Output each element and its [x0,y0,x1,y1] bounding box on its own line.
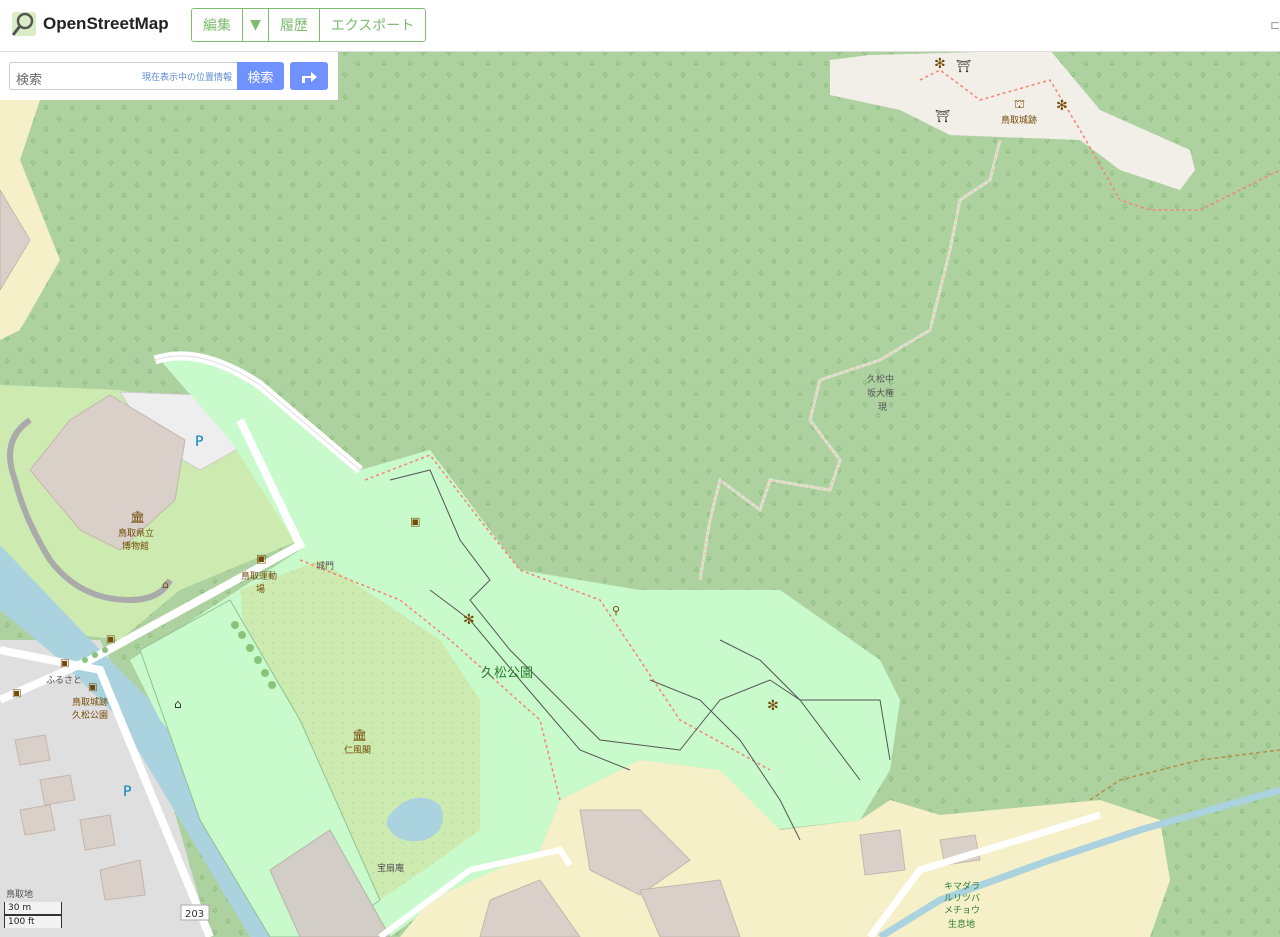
label-bus-furusato: ふるさと [46,675,82,686]
scale-metric: 30 m [4,902,62,915]
edit-history-export-group: 編集 ▼ 履歴 エクスポート [191,8,426,42]
search-button[interactable]: 検索 [237,62,284,90]
viewpoint-icon[interactable]: ✻ [463,612,475,628]
label-kimadara-line-4: 生息地 [948,918,975,930]
label-kimadara-line-3: メチョウ [944,905,980,916]
building-south-4 [859,829,906,876]
scale-bar: 30 m 100 ft [4,902,62,928]
label-jinpukaku: 仁風閣 [344,744,371,756]
viewpoint-icon[interactable]: ✻ [1056,98,1068,114]
label-shrine-line-3: 現 [878,402,887,413]
edit-dropdown-caret-icon[interactable]: ▼ [243,9,269,41]
viewpoint-icon[interactable]: ✻ [767,698,779,714]
memorial-icon[interactable]: ▣ [410,515,420,528]
search-placeholder: 検索 [16,73,43,88]
house-3 [19,804,56,836]
shrine-icon[interactable]: ⛩ [935,109,950,123]
house-1 [14,734,51,766]
label-castle-ruins: 鳥取城跡 [1001,114,1037,126]
search-input[interactable]: 検索 現在表示中の位置情報 [9,62,237,90]
label-district: 鳥取地 [6,888,33,900]
house-4 [79,814,116,851]
bus-stop-icon[interactable]: ▣ [12,688,21,699]
osm-logo-icon[interactable] [10,10,38,38]
viewpoint-icon[interactable]: ✻ [934,56,946,72]
shrine-icon[interactable]: ⌂ [174,697,182,711]
label-park: 久松公園 [481,666,533,681]
torii-icon[interactable]: ⛩ [956,59,971,73]
label-hosenan: 宝扇庵 [377,862,404,874]
label-sports-line-1: 鳥取運動 [241,570,277,582]
bus-stop-icon[interactable]: ▣ [106,634,115,645]
label-parking: P [195,434,203,450]
search-panel: 検索 現在表示中の位置情報 検索 [0,52,338,100]
label-shrine-line-2: 坂大権 [867,387,894,399]
label-bus-castle-line-1: 鳥取城跡 [72,696,108,708]
directions-button[interactable] [290,62,328,90]
map-canvas[interactable]: ✻ ✻ ✻ ✻ ⛫ 🏛 🏛 ▣ ▣ ⚲ ▣ ▣ ▣ ▣ ⌂ ⛩ ⌂ ⛩ 鳥取城跡… [0,0,1280,937]
label-sports-line-2: 場 [256,583,265,595]
label-bus-castle-line-2: 久松公園 [72,709,108,721]
castle-icon[interactable]: ⛫ [1014,97,1025,111]
label-shrine-line-1: 久松中 [867,373,894,385]
museum-icon[interactable]: 🏛 [352,728,367,742]
where-is-this-link[interactable]: 現在表示中の位置情報 [142,70,232,83]
brand-title[interactable]: OpenStreetMap [43,14,169,34]
top-header: OpenStreetMap 編集 ▼ 履歴 エクスポート ⊏ [0,0,1280,52]
label-parking-2: P [123,784,131,800]
label-kimadara-line-2: ルリツバ [944,893,980,904]
label-museum-line-2: 博物館 [122,540,149,552]
house-2 [39,774,76,806]
export-button[interactable]: エクスポート [320,9,425,41]
menu-edge-icon[interactable]: ⊏ [1270,18,1280,32]
bus-stop-icon[interactable]: ▣ [88,682,97,693]
label-kimadara-line-1: キマダラ [944,880,980,892]
edit-button[interactable]: 編集 [192,9,243,41]
scale-imperial: 100 ft [4,915,62,928]
history-button[interactable]: 履歴 [269,9,320,41]
shelter-icon[interactable]: ⌂ [162,578,169,591]
museum-icon[interactable]: 🏛 [130,510,145,524]
label-gate: 城門 [316,561,334,572]
bus-stop-icon[interactable]: ▣ [60,658,69,669]
label-museum-line-1: 鳥取県立 [118,527,154,539]
label-route: 203 [185,909,204,920]
memorial-icon[interactable]: ▣ [256,552,266,565]
toilet-icon[interactable]: ⚲ [612,604,620,617]
directions-icon [302,72,317,83]
